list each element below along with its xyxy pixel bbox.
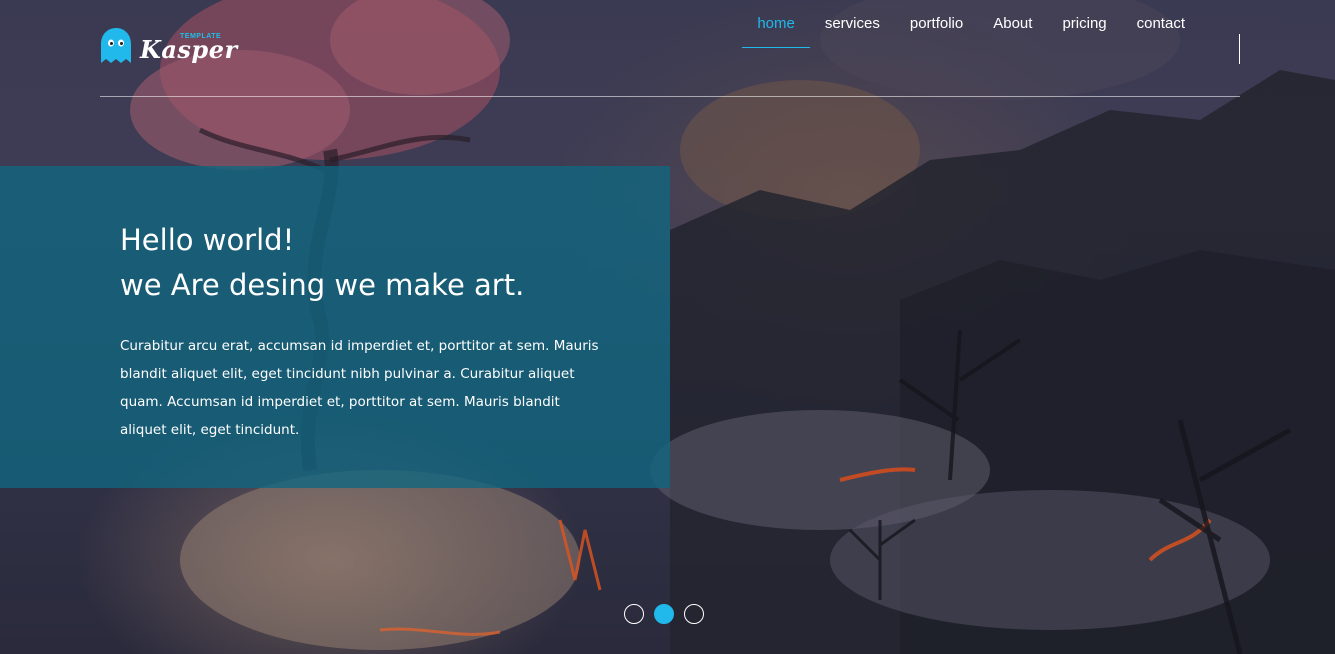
nav-item-pricing[interactable]: pricing <box>1047 0 1121 48</box>
main-nav: home services portfolio About pricing co… <box>742 0 1200 96</box>
nav-item-about[interactable]: About <box>978 0 1047 48</box>
site-header: TEMPLATE Kasper home services portfolio … <box>100 0 1240 97</box>
hero-title: Hello world! we Are desing we make art. <box>120 218 610 308</box>
logo-wordmark: Kasper <box>140 35 238 64</box>
nav-item-portfolio[interactable]: portfolio <box>895 0 978 48</box>
slider-dot-3[interactable] <box>684 604 704 624</box>
slider-dot-2[interactable] <box>654 604 674 624</box>
hero-text-panel: Hello world! we Are desing we make art. … <box>0 166 670 488</box>
slider-dot-1[interactable] <box>624 604 644 624</box>
slider-pagination <box>624 604 704 624</box>
hero-title-line2: we Are desing we make art. <box>120 268 525 302</box>
nav-item-home[interactable]: home <box>742 0 810 48</box>
hero-title-line1: Hello world! <box>120 223 295 257</box>
menu-toggle-divider[interactable] <box>1239 34 1240 64</box>
ghost-icon <box>101 28 131 63</box>
hero-paragraph: Curabitur arcu erat, accumsan id imperdi… <box>120 338 599 438</box>
logo[interactable]: TEMPLATE Kasper <box>100 27 237 69</box>
nav-item-contact[interactable]: contact <box>1122 0 1200 48</box>
nav-item-services[interactable]: services <box>810 0 895 48</box>
